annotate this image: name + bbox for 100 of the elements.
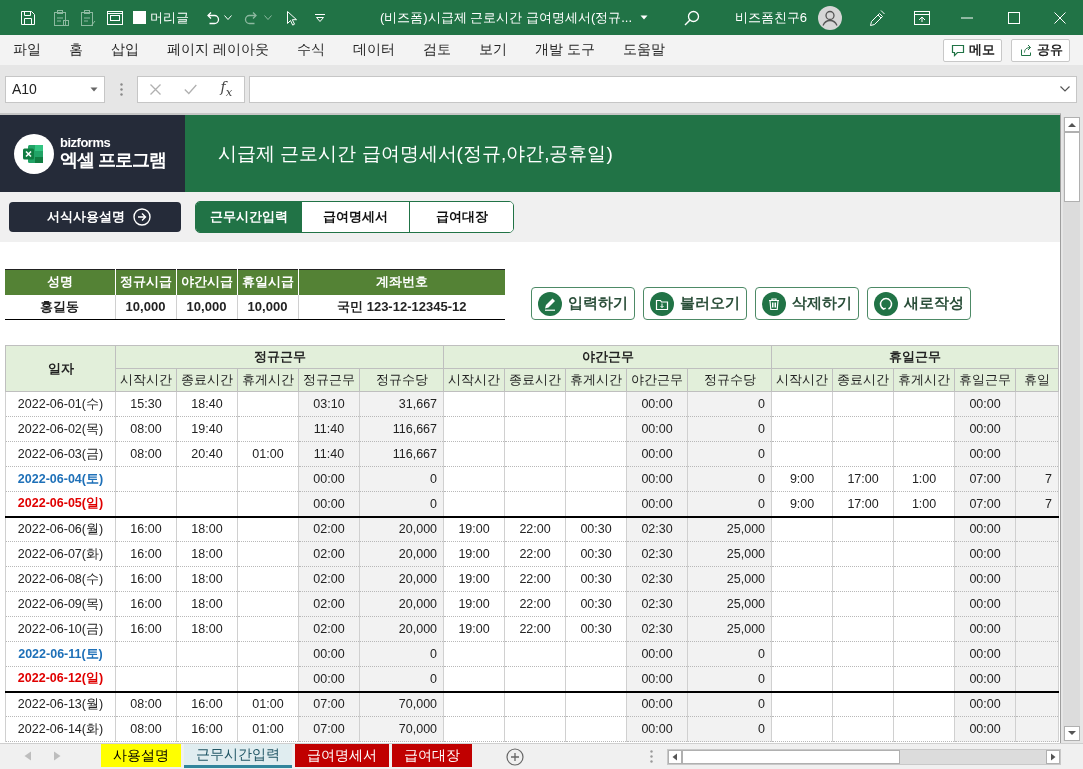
refresh-icon [874,291,898,316]
sheet-tab[interactable]: 사용설명 [101,744,181,767]
ribbon-display-icon[interactable] [913,9,931,26]
table-cell: 116,667 [359,416,444,442]
table-cell: 18:00 [176,591,238,617]
sheet-tab[interactable]: 근무시간입력 [184,744,292,768]
table-cell: 16:00 [115,516,177,542]
formula-input[interactable] [249,75,1077,103]
table-cell: 08:00 [115,716,177,742]
date-cell: 2022-06-13(월) [5,691,116,717]
tab[interactable]: 급여명세서 [301,202,409,232]
table-cell: 국민 123-12-12345-12 [298,294,505,320]
table-cell: 20,000 [359,616,444,642]
table-cell: 0 [687,466,772,492]
dropdown-icon[interactable] [314,12,326,23]
column-header: 야간시급 [176,269,237,295]
ribbon-button[interactable]: 메모 [943,38,1002,62]
scrollbar-track[interactable] [1063,117,1080,741]
column-header: 성명 [5,269,115,295]
table-cell: 19:00 [443,541,505,567]
action-button[interactable]: 새로작성 [867,287,971,320]
menu-item[interactable]: 수식 [296,41,325,59]
table-cell: 0 [687,491,772,517]
table-cell: 1:00 [893,466,955,492]
tab[interactable]: 근무시간입력 [196,202,301,232]
maximize-icon[interactable] [1008,11,1020,24]
group-header: 야간근무 [443,345,772,369]
table-cell: 19:00 [443,616,505,642]
plus-circle-icon[interactable] [506,747,524,766]
checkbox-label[interactable]: 머리글 [150,8,189,27]
pencil-icon [538,291,562,316]
drag-handle-icon [650,750,653,763]
table-cell: 18:00 [176,541,238,567]
table-cell: 0 [687,416,772,442]
menu-item[interactable]: 삽입 [111,41,139,59]
action-button[interactable]: 입력하기 [531,287,635,320]
scrollbar-track[interactable] [667,748,1061,765]
table-cell: 25,000 [687,516,772,542]
table-cell: 10,000 [176,294,237,320]
scrollbar-thumb[interactable] [1063,132,1080,202]
table-cell: 19:00 [443,516,505,542]
table-cell: 9:00 [771,491,833,517]
table-cell: 00:30 [565,516,627,542]
group-header: 정규근무 [115,345,444,369]
sheet-tab[interactable]: 급여명세서 [295,744,389,767]
user-name[interactable]: 비즈폼친구6 [734,8,807,27]
headings-checkbox[interactable] [133,11,146,24]
close-icon[interactable] [1054,11,1066,24]
window-title: (비즈폼)시급제 근로시간 급여명세서(정규... [380,8,633,27]
table-cell: 10,000 [115,294,176,320]
table-cell: 홍길동 [5,294,115,320]
caret-icon[interactable] [90,86,98,92]
menu-item[interactable]: 검토 [422,41,451,59]
table-cell: 0 [687,641,772,667]
date-cell: 2022-06-03(금) [5,441,116,467]
menu-item[interactable]: 보기 [478,41,507,59]
table-cell: 15:30 [115,391,177,417]
menu-item[interactable]: 페이지 레이아웃 [167,41,269,59]
scrollbar-thumb[interactable] [682,749,900,764]
table-cell: 0 [359,666,444,692]
avatar-icon[interactable] [818,5,842,30]
insert-function-button[interactable]: f$_{x}$ [220,79,233,99]
table-cell: 16:00 [115,616,177,642]
table-cell: 01:00 [237,691,299,717]
folder-icon [650,291,674,316]
date-cell: 2022-06-09(목) [5,591,116,617]
menu-item[interactable]: 개발 도구 [534,41,595,59]
date-cell: 2022-06-08(수) [5,566,116,592]
tab[interactable]: 급여대장 [409,202,513,232]
table-cell: 0 [687,691,772,717]
table-cell: 22:00 [504,566,566,592]
date-cell: 2022-06-14(화) [5,716,116,742]
table-cell: 0 [687,391,772,417]
column-header: 계좌번호 [298,269,505,295]
date-cell: 2022-06-05(일) [5,491,116,517]
menu-item[interactable]: 도움말 [622,41,665,59]
table-cell: 01:00 [237,441,299,467]
table-cell: 70,000 [359,691,444,717]
table-cell: 20,000 [359,566,444,592]
guide-button[interactable]: 서식사용설명 [9,202,181,232]
pen-icon[interactable] [867,7,887,28]
table-cell: 0 [687,666,772,692]
caret-icon[interactable] [640,15,649,20]
action-button[interactable]: 삭제하기 [755,287,859,320]
menu-item[interactable]: 홈 [69,41,83,59]
spreadsheet-icon [14,133,54,174]
table-cell: 0 [687,441,772,467]
date-cell: 2022-06-01(수) [5,391,116,417]
search-icon[interactable] [682,8,701,27]
sheet-tab[interactable]: 급여대장 [392,744,472,767]
table-cell: 17:00 [832,491,894,517]
name-box[interactable]: A10 [5,75,105,103]
ribbon-button[interactable]: 공유 [1011,38,1070,62]
action-button[interactable]: 불러오기 [643,287,747,320]
column-header: 정규시급 [115,269,176,295]
caret-icon[interactable] [1060,86,1070,92]
minimize-icon[interactable] [961,16,973,19]
menu-item[interactable]: 파일 [13,41,41,59]
drag-handle-icon [120,82,123,96]
menu-item[interactable]: 데이터 [352,41,395,59]
